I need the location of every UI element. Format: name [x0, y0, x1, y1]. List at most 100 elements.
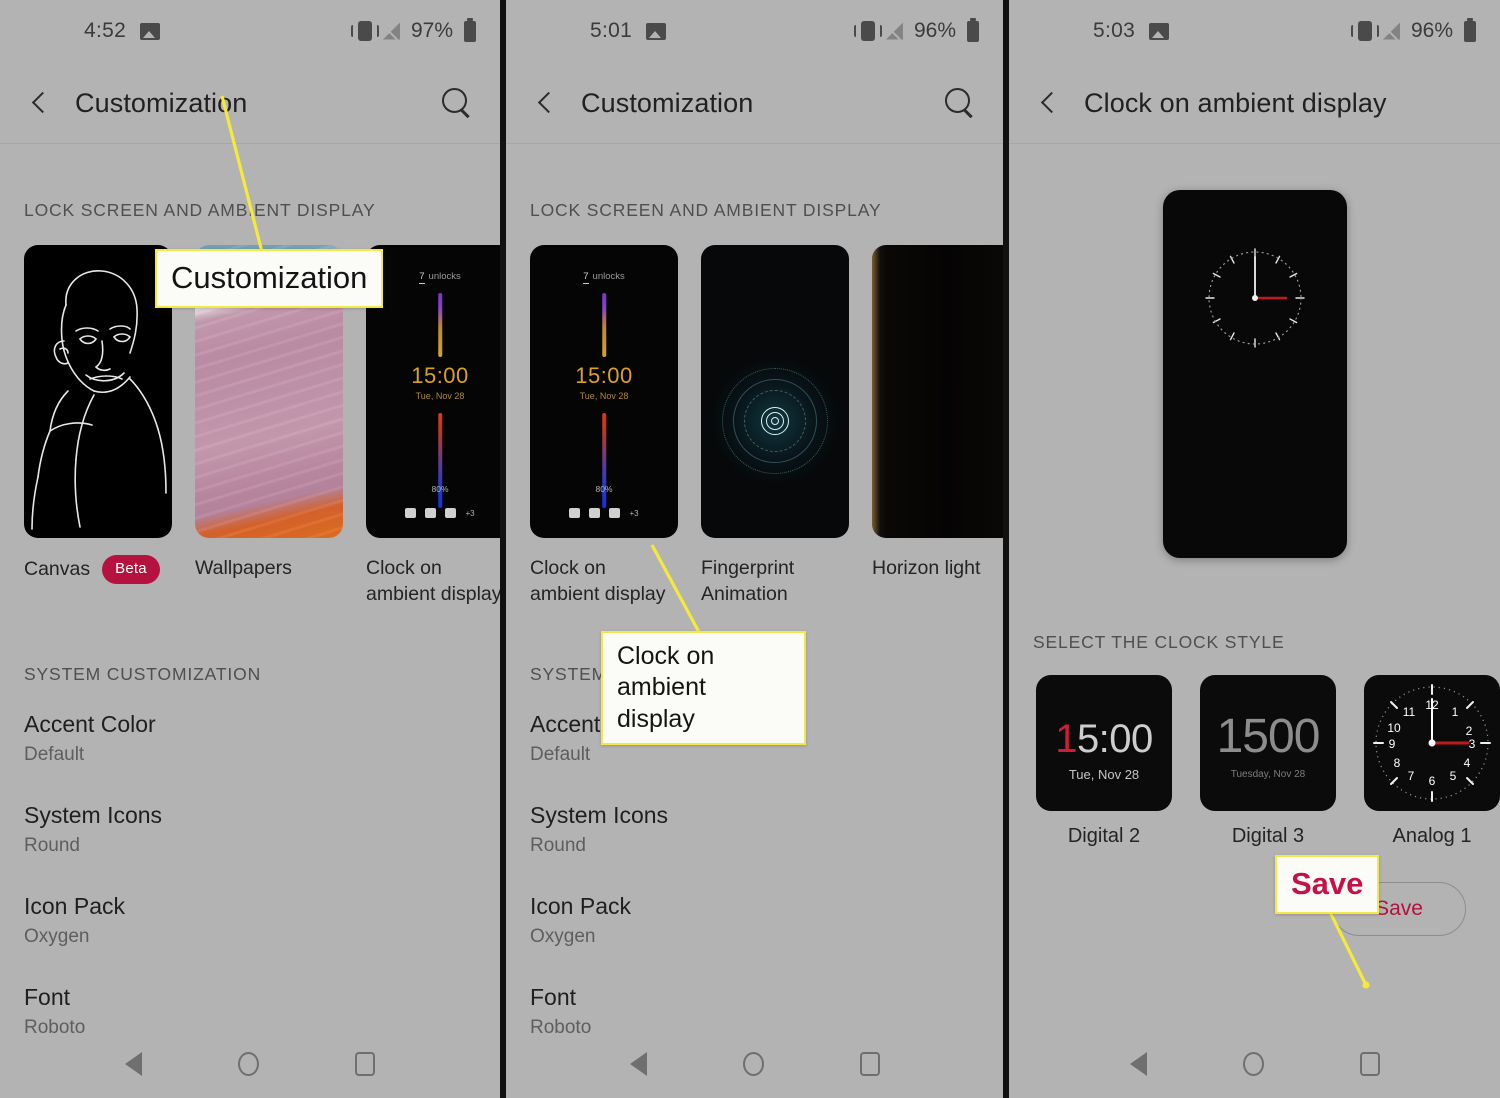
tile-clock-ambient[interactable]: 7 unlocks 15:00 Tue, Nov 28 80% +3 Clock…	[530, 245, 678, 608]
unlocks-word: unlocks	[428, 271, 461, 282]
app-icon	[589, 508, 601, 518]
setting-title: Font	[24, 983, 71, 1010]
analog-1-art: 12 1 2 3 4 5 6 7 8 9 10 11	[1364, 675, 1500, 811]
setting-accent-color[interactable]: Accent Color Default	[24, 711, 476, 766]
setting-value: Default	[24, 743, 85, 765]
clock-style-label: Digital 2	[1067, 825, 1141, 847]
status-time: 5:01	[590, 19, 633, 42]
setting-icon-pack[interactable]: Icon Pack Oxygen	[24, 893, 476, 948]
app-icon	[425, 508, 437, 518]
navigation-bar	[506, 1030, 1003, 1098]
nav-back-icon[interactable]	[125, 1052, 142, 1076]
tile-label-text: Clock on ambient display	[366, 557, 500, 606]
clock-style-label: Analog 1	[1392, 825, 1472, 847]
setting-system-icons[interactable]: System Icons Round	[530, 802, 979, 857]
nav-back-icon[interactable]	[1129, 1052, 1147, 1076]
digital-2-time-highlight: 1	[1055, 717, 1077, 761]
system-settings-list: Accent Color Default System Icons Round …	[506, 711, 1003, 1039]
navigation-bar	[1009, 1030, 1500, 1098]
more-apps-count: +3	[629, 508, 639, 518]
ambient-time: 15:00	[575, 363, 633, 388]
setting-system-icons[interactable]: System Icons Round	[24, 802, 476, 857]
more-apps-count: +3	[465, 508, 475, 518]
photo-icon	[140, 22, 161, 40]
section-lock-screen-label: LOCK SCREEN AND AMBIENT DISPLAY	[24, 200, 376, 220]
back-chevron-icon[interactable]	[26, 90, 52, 116]
beta-badge: Beta	[102, 555, 160, 585]
battery-icon	[967, 17, 979, 42]
save-row: Save	[1009, 882, 1500, 936]
canvas-portrait-art	[24, 245, 172, 538]
digital-2-art: 15:00 Tue, Nov 28	[1036, 675, 1172, 811]
tile-label-text: Clock on ambient display	[530, 557, 666, 606]
digital-2-date: Tue, Nov 28	[1068, 767, 1140, 782]
search-icon[interactable]	[440, 86, 474, 120]
fingerprint-icon	[761, 406, 789, 435]
app-bar: Clock on ambient display	[1009, 62, 1500, 144]
digital-3-time: 1500	[1216, 710, 1321, 763]
battery-icon	[464, 17, 476, 42]
battery-percent: 97%	[410, 19, 453, 42]
panel-clock-ambient-display: 5:03 96% Clock on ambient display SELECT…	[1003, 0, 1500, 1098]
ambient-app-icons: +3	[530, 508, 678, 518]
nav-home-icon[interactable]	[742, 1052, 764, 1076]
nav-home-icon[interactable]	[238, 1052, 259, 1076]
status-bar: 5:03 96%	[1009, 0, 1500, 62]
vibrate-icon	[1350, 21, 1379, 41]
setting-title: System Icons	[24, 801, 163, 828]
unlocks-count: 7	[583, 271, 589, 284]
back-chevron-icon[interactable]	[1035, 90, 1061, 116]
vibrate-icon	[853, 21, 882, 41]
app-bar: Customization	[506, 62, 1003, 144]
tile-label-text: Wallpapers	[195, 557, 292, 579]
setting-value: Oxygen	[530, 925, 596, 947]
ambient-gradient-bar-top	[438, 293, 442, 357]
svg-text:10: 10	[1387, 721, 1401, 735]
tile-canvas[interactable]: Canvas Beta	[24, 245, 172, 585]
status-time: 4:52	[84, 19, 127, 42]
tile-clock-ambient-label: Clock on ambient display	[366, 555, 500, 608]
tile-clock-ambient[interactable]: 7 unlocks 15:00 Tue, Nov 28 80% +3 Clock…	[366, 245, 500, 608]
digital-2-time-rest: 5:00	[1076, 717, 1153, 761]
tile-horizon-light-label: Horizon light	[872, 555, 1003, 581]
tile-horizon-light[interactable]: Horizon light	[872, 245, 1003, 581]
setting-title: Accent Color	[24, 710, 156, 737]
page-title: Clock on ambient display	[1084, 87, 1387, 118]
nav-back-icon[interactable]	[629, 1052, 647, 1076]
clock-style-analog-1[interactable]: 12 1 2 3 4 5 6 7 8 9 10 11	[1364, 675, 1500, 848]
section-clock-style-label: SELECT THE CLOCK STYLE	[1033, 632, 1285, 652]
tile-label-text: Canvas	[24, 558, 91, 581]
section-system-label: SYSTEM CUSTOMIZATION	[24, 663, 262, 684]
section-lock-screen-label: LOCK SCREEN AND AMBIENT DISPLAY	[530, 200, 882, 220]
callout-save: Save	[1275, 855, 1380, 914]
back-chevron-icon[interactable]	[532, 90, 558, 116]
setting-value: Default	[530, 743, 591, 765]
search-icon[interactable]	[943, 86, 977, 120]
svg-text:11: 11	[1403, 705, 1416, 719]
system-settings-list: Accent Color Default System Icons Round …	[0, 711, 500, 1039]
page-title: Customization	[581, 87, 754, 118]
clock-style-tile-row: 15:00 Tue, Nov 28 Digital 2 1500 Tuesday…	[1009, 675, 1500, 848]
unlocks-word: unlocks	[592, 271, 625, 282]
clock-style-digital-2[interactable]: 15:00 Tue, Nov 28 Digital 2	[1036, 675, 1172, 848]
battery-percent: 96%	[913, 19, 956, 42]
nav-recents-icon[interactable]	[355, 1052, 375, 1076]
setting-value: Round	[24, 834, 80, 856]
vibrate-icon	[350, 21, 379, 41]
no-signal-icon	[886, 23, 903, 40]
setting-icon-pack[interactable]: Icon Pack Oxygen	[530, 893, 979, 948]
nav-home-icon[interactable]	[1242, 1052, 1264, 1076]
ambient-unlocks: 7 unlocks	[366, 271, 500, 284]
tile-clock-ambient-label: Clock on ambient display	[530, 555, 678, 608]
tile-fingerprint-animation[interactable]: Fingerprint Animation	[701, 245, 849, 608]
horizon-light-art	[872, 245, 1003, 538]
nav-recents-icon[interactable]	[1359, 1052, 1380, 1076]
battery-icon	[1464, 17, 1476, 42]
ambient-gradient-bar-top	[602, 293, 606, 357]
digital-2-time: 15:00	[1036, 717, 1172, 762]
nav-recents-icon[interactable]	[859, 1052, 880, 1076]
ambient-unlocks: 7 unlocks	[530, 271, 678, 284]
setting-title: Font	[530, 983, 577, 1010]
ambient-clock-art: 7 unlocks 15:00 Tue, Nov 28 80% +3	[530, 245, 678, 538]
clock-style-digital-3[interactable]: 1500 Tuesday, Nov 28 Digital 3	[1200, 675, 1336, 848]
